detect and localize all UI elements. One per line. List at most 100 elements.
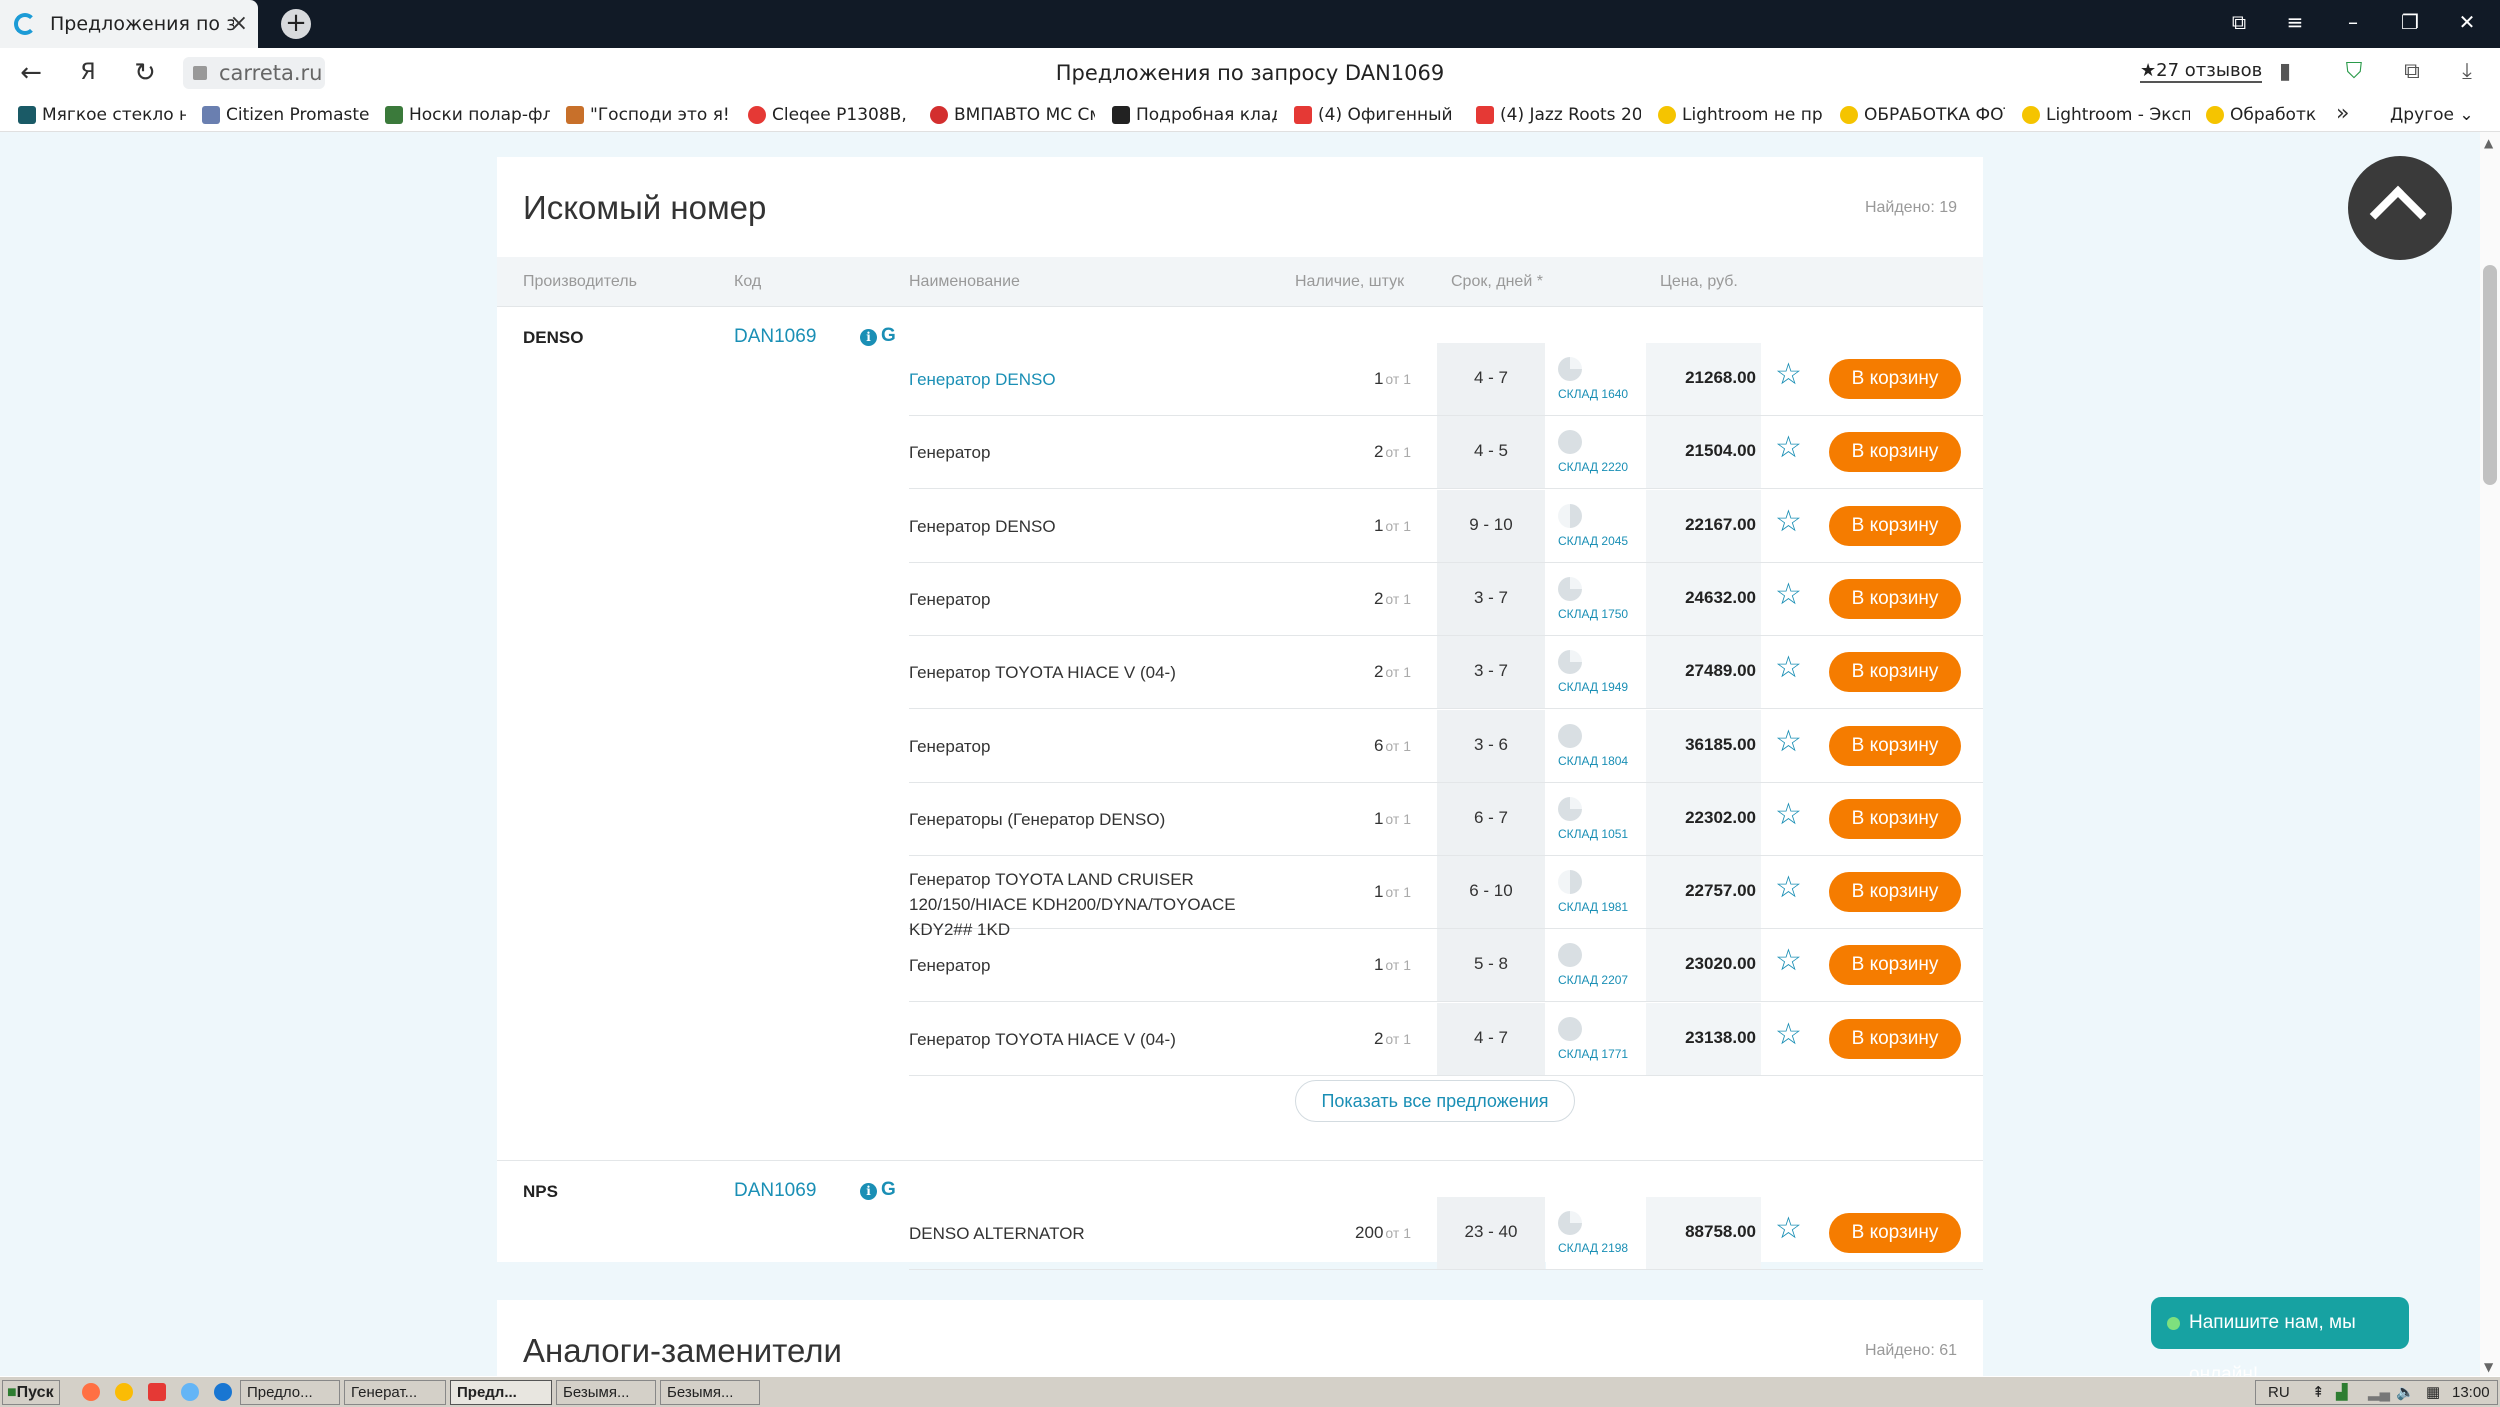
warehouse-link[interactable]: СКЛАД 1804: [1558, 754, 1628, 768]
tabs-overview-icon[interactable]: ⧉: [2224, 10, 2254, 34]
yandex-browser-icon[interactable]: [148, 1383, 166, 1401]
add-to-cart-button[interactable]: В корзину: [1829, 872, 1961, 913]
bookmark-item[interactable]: Lightroom - Экспо: [2022, 103, 2190, 127]
favorite-star-icon[interactable]: ☆: [1775, 653, 1802, 683]
protect-icon[interactable]: ⛉: [2342, 60, 2366, 84]
header-price[interactable]: Цена, руб.: [1660, 273, 1738, 291]
warehouse-link[interactable]: СКЛАД 1771: [1558, 1047, 1628, 1061]
offer-name[interactable]: Генератор DENSO: [909, 367, 1289, 392]
taskbar-window[interactable]: Безымя...: [660, 1380, 760, 1405]
scroll-to-top-button[interactable]: [2348, 156, 2452, 260]
add-to-cart-button[interactable]: В корзину: [1829, 1213, 1961, 1253]
close-window-button[interactable]: ✕: [2452, 10, 2482, 34]
bookmark-item[interactable]: Подробная кладк: [1112, 103, 1277, 127]
chat-widget-button[interactable]: Напишите нам, мы онлайн!: [2151, 1297, 2409, 1385]
taskbar-window[interactable]: Предло...: [240, 1380, 340, 1405]
qty-min: от 1: [1385, 444, 1411, 461]
bookmark-item[interactable]: Cleqee P1308B, 18: [748, 103, 913, 127]
add-to-cart-button[interactable]: В корзину: [1829, 578, 1961, 619]
add-to-cart-button[interactable]: В корзину: [1829, 1018, 1961, 1059]
bookmark-item[interactable]: Мягкое стекло на: [18, 103, 186, 127]
warehouse-link[interactable]: СКЛАД 2207: [1558, 973, 1628, 987]
cloud-icon[interactable]: [181, 1383, 199, 1401]
reviews-link[interactable]: ★27 отзывов: [2140, 60, 2263, 83]
bookmark-item[interactable]: (4) Jazz Roots 201: [1476, 103, 1641, 127]
warehouse-link[interactable]: СКЛАД 1640: [1558, 387, 1628, 401]
part-code-link[interactable]: DAN1069: [734, 326, 816, 348]
bookmarks-other-folder[interactable]: Другое ⌄: [2390, 105, 2474, 125]
add-to-cart-button[interactable]: В корзину: [1829, 359, 1961, 399]
offer-term: 3 - 7: [1473, 661, 1509, 681]
add-to-cart-button[interactable]: В корзину: [1829, 505, 1961, 546]
favorite-star-icon[interactable]: ☆: [1775, 1019, 1802, 1050]
restore-button[interactable]: ❐: [2395, 10, 2425, 34]
signal-icon[interactable]: ▂▄: [2368, 1381, 2390, 1404]
favorite-star-icon[interactable]: ☆: [1775, 506, 1802, 537]
add-to-cart-button[interactable]: В корзину: [1829, 432, 1961, 473]
network-icon[interactable]: ▟: [2336, 1381, 2348, 1404]
warehouse-link[interactable]: СКЛАД 2220: [1558, 460, 1628, 474]
info-icon[interactable]: i: [860, 329, 877, 346]
info-icon[interactable]: i: [860, 1183, 877, 1200]
firefox-icon[interactable]: [82, 1383, 100, 1401]
favorite-star-icon[interactable]: ☆: [1775, 873, 1802, 903]
bookmark-item[interactable]: ОБРАБОТКА ФОТО: [1840, 103, 2005, 127]
google-search-icon[interactable]: G: [881, 1179, 896, 1201]
add-to-cart-button[interactable]: В корзину: [1829, 798, 1961, 839]
add-to-cart-button[interactable]: В корзину: [1829, 945, 1961, 986]
start-button[interactable]: ■Пуск: [2, 1380, 60, 1405]
bookmark-item[interactable]: "Господи это я!": [566, 103, 731, 127]
favorite-star-icon[interactable]: ☆: [1775, 433, 1802, 463]
tray-arrow-icon[interactable]: ⇞: [2312, 1381, 2325, 1404]
header-code[interactable]: Код: [734, 273, 761, 291]
bookmark-item[interactable]: Citizen Promaster: [202, 103, 370, 127]
header-term[interactable]: Срок, дней *: [1451, 273, 1543, 291]
scrollbar-thumb[interactable]: [2483, 265, 2497, 485]
bookmark-item[interactable]: Lightroom не при: [1658, 103, 1823, 127]
minimize-button[interactable]: –: [2338, 10, 2368, 34]
taskbar-window[interactable]: Генерат...: [344, 1380, 446, 1405]
chrome-icon[interactable]: [115, 1383, 133, 1401]
add-to-cart-button[interactable]: В корзину: [1829, 652, 1961, 693]
download-icon[interactable]: ⤓: [2455, 60, 2479, 84]
header-maker[interactable]: Производитель: [523, 273, 637, 291]
favorite-star-icon[interactable]: ☆: [1775, 360, 1802, 390]
scroll-down-arrow-icon[interactable]: ▼: [2484, 1360, 2493, 1374]
warehouse-link[interactable]: СКЛАД 1949: [1558, 680, 1628, 694]
bookmark-item[interactable]: (4) Офигенный р: [1294, 103, 1459, 127]
favorite-star-icon[interactable]: ☆: [1775, 799, 1802, 830]
bookmark-item[interactable]: Обработка: [2206, 103, 2316, 127]
warehouse-link[interactable]: СКЛАД 1750: [1558, 607, 1628, 621]
bookmark-item[interactable]: ВМПАВТО МС Сма: [930, 103, 1095, 127]
favorite-star-icon[interactable]: ☆: [1775, 946, 1802, 976]
browser-tab[interactable]: Предложения по запросу DAN1069 ×: [0, 0, 258, 48]
favorite-star-icon[interactable]: ☆: [1775, 1214, 1802, 1244]
google-search-icon[interactable]: G: [881, 325, 896, 347]
warehouse-link[interactable]: СКЛАД 2198: [1558, 1241, 1628, 1255]
warehouse-link[interactable]: СКЛАД 1981: [1558, 900, 1628, 914]
show-all-offers-button[interactable]: Показать все предложения: [1295, 1080, 1575, 1122]
bookmarks-more-button[interactable]: »: [2336, 101, 2349, 126]
add-to-cart-button[interactable]: В корзину: [1829, 725, 1961, 766]
taskbar-window-active[interactable]: Предл...: [450, 1380, 552, 1405]
menu-icon[interactable]: ≡: [2280, 10, 2310, 34]
new-tab-button[interactable]: +: [281, 9, 311, 39]
favorite-star-icon[interactable]: ☆: [1775, 726, 1802, 757]
part-code-link[interactable]: DAN1069: [734, 1180, 816, 1202]
volume-icon[interactable]: 🔈: [2396, 1381, 2415, 1404]
collections-icon[interactable]: ⧉: [2400, 60, 2424, 84]
language-indicator[interactable]: RU: [2268, 1381, 2290, 1404]
scroll-up-arrow-icon[interactable]: ▲: [2484, 136, 2493, 150]
bookmark-icon[interactable]: ▮: [2273, 60, 2297, 84]
header-name[interactable]: Наименование: [909, 273, 1020, 291]
edge-icon[interactable]: [214, 1383, 232, 1401]
warehouse-link[interactable]: СКЛАД 2045: [1558, 534, 1628, 548]
warehouse-link[interactable]: СКЛАД 1051: [1558, 827, 1628, 841]
taskbar-window[interactable]: Безымя...: [556, 1380, 656, 1405]
bookmark-item[interactable]: Носки полар-фли: [385, 103, 550, 127]
close-tab-icon[interactable]: ×: [230, 11, 248, 36]
flag-icon[interactable]: ▦: [2426, 1381, 2440, 1404]
favorite-star-icon[interactable]: ☆: [1775, 579, 1802, 610]
group-divider: [497, 1160, 1983, 1161]
header-qty[interactable]: Наличие, штук: [1295, 273, 1404, 291]
